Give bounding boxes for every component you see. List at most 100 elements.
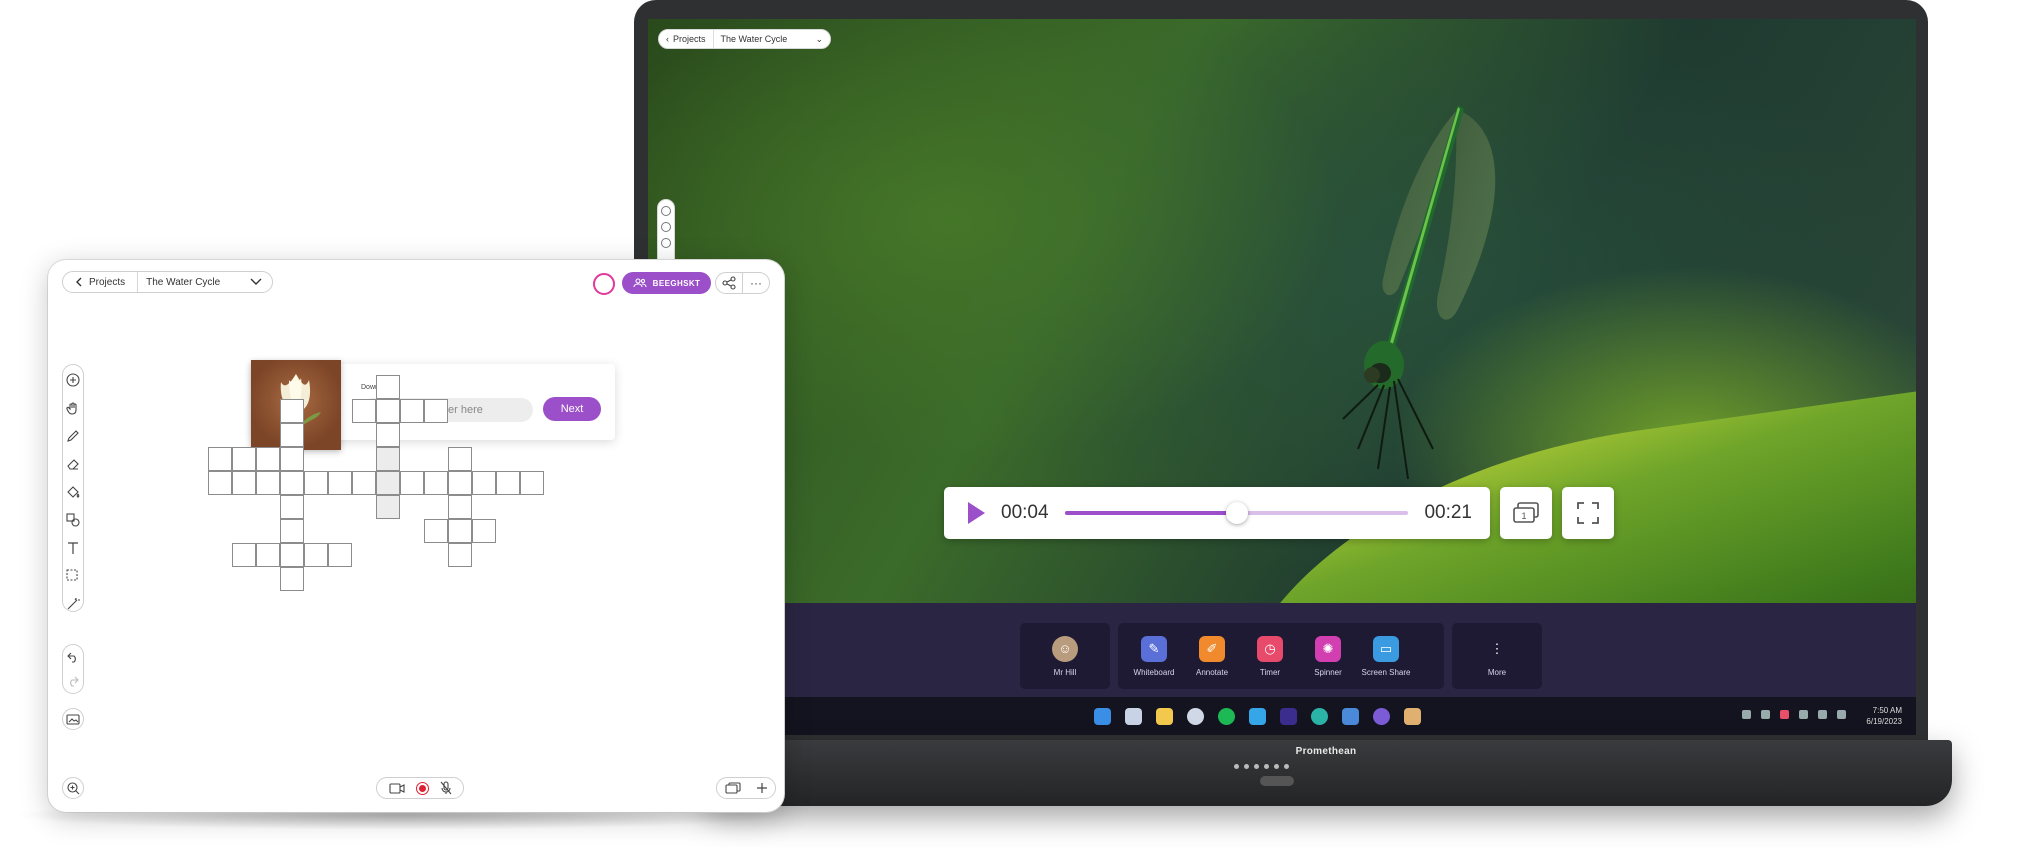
app-screen-share[interactable]: ▭ Screen Share (1362, 635, 1410, 677)
add-tool[interactable] (65, 372, 81, 387)
seek-bar[interactable] (1064, 502, 1409, 524)
crossword-cell[interactable] (448, 471, 472, 495)
seek-handle[interactable] (1225, 502, 1248, 524)
hardware-button[interactable] (1233, 763, 1239, 769)
crossword-cell[interactable] (376, 375, 400, 399)
redo-icon[interactable] (67, 675, 79, 687)
crossword-cell[interactable] (280, 519, 304, 543)
fullscreen-button[interactable] (1562, 487, 1614, 539)
hand-icon[interactable] (661, 222, 671, 232)
video-camera-icon[interactable] (388, 782, 405, 794)
crossword-cell[interactable] (424, 399, 448, 423)
hardware-button[interactable] (1243, 763, 1249, 769)
crossword-cell[interactable] (256, 543, 280, 567)
crossword-cell[interactable] (256, 471, 280, 495)
app-spinner[interactable]: ✺ Spinner (1304, 635, 1352, 677)
more-button[interactable]: ⋮ More (1473, 636, 1521, 677)
hardware-button[interactable] (1263, 763, 1269, 769)
app-icon[interactable] (1404, 708, 1421, 725)
crossword-cell[interactable] (256, 447, 280, 471)
crossword-cell[interactable] (448, 543, 472, 567)
crossword-cell[interactable] (376, 423, 400, 447)
add-icon[interactable] (661, 206, 671, 216)
pen-icon[interactable] (661, 238, 671, 248)
clock[interactable]: 7:50 AM 6/19/2023 (1866, 705, 1902, 727)
next-button[interactable]: Next (543, 397, 601, 421)
crossword-cell[interactable] (208, 447, 232, 471)
crossword-cell[interactable] (280, 471, 304, 495)
crossword-cell[interactable] (280, 543, 304, 567)
crossword-cell[interactable] (424, 519, 448, 543)
more-options-button[interactable]: ··· (742, 272, 770, 294)
crossword-cell[interactable] (232, 471, 256, 495)
magic-tool[interactable] (65, 596, 81, 611)
crossword-cell[interactable] (448, 495, 472, 519)
crossword-cell[interactable] (232, 447, 256, 471)
add-page-icon[interactable] (756, 782, 768, 794)
folder-icon[interactable] (1156, 708, 1173, 725)
crossword-cell[interactable] (376, 447, 400, 471)
fill-tool[interactable] (65, 484, 81, 499)
share-button[interactable] (715, 272, 743, 294)
crossword-cell[interactable] (280, 495, 304, 519)
crossword-cell[interactable] (520, 471, 544, 495)
crossword-cell[interactable] (328, 471, 352, 495)
edge-icon[interactable] (1311, 708, 1328, 725)
crossword-cell[interactable] (304, 471, 328, 495)
start-icon[interactable] (1094, 708, 1111, 725)
crossword-cell[interactable] (280, 567, 304, 591)
crossword-cell[interactable] (496, 471, 520, 495)
crossword-cell[interactable] (376, 495, 400, 519)
project-selector[interactable]: The Water Cycle (138, 277, 272, 288)
shapes-tool[interactable] (65, 512, 81, 527)
app-icon[interactable] (1280, 708, 1297, 725)
teacher-profile[interactable]: ☺ Mr Hill (1041, 635, 1089, 677)
pen-tool[interactable] (65, 428, 81, 443)
eraser-tool[interactable] (65, 456, 81, 471)
weather-icon[interactable] (1125, 708, 1142, 725)
status-ring[interactable] (593, 273, 615, 295)
record-icon[interactable] (415, 781, 429, 795)
display-project-selector[interactable]: The Water Cycle ⌄ (712, 30, 830, 48)
display-back-button[interactable]: ‹ Projects (659, 30, 713, 48)
crossword-cell[interactable] (352, 471, 376, 495)
crossword-cell[interactable] (424, 471, 448, 495)
app-icon[interactable] (1373, 708, 1390, 725)
crossword-cell[interactable] (376, 399, 400, 423)
cloud-icon[interactable] (1761, 710, 1770, 719)
crossword-cell[interactable] (472, 519, 496, 543)
app-icon[interactable] (1780, 710, 1789, 719)
hardware-button[interactable] (1273, 763, 1279, 769)
hardware-button[interactable] (1253, 763, 1259, 769)
crossword-cell[interactable] (328, 543, 352, 567)
crossword-cell[interactable] (376, 471, 400, 495)
screens-button[interactable]: 1 (1500, 487, 1552, 539)
network-icon[interactable] (1818, 710, 1827, 719)
crossword-cell[interactable] (280, 447, 304, 471)
volume-icon[interactable] (1837, 710, 1846, 719)
mic-icon[interactable] (1799, 710, 1808, 719)
crossword-cell[interactable] (400, 399, 424, 423)
background-button[interactable] (62, 708, 84, 730)
crossword-cell[interactable] (448, 519, 472, 543)
text-tool[interactable] (65, 540, 81, 555)
chevron-up-icon[interactable] (1742, 710, 1751, 719)
class-code-button[interactable]: BEEGHSKT (622, 272, 711, 294)
hand-tool[interactable] (65, 400, 81, 415)
select-tool[interactable] (65, 568, 81, 583)
play-icon[interactable] (968, 502, 985, 524)
pages-icon[interactable] (724, 782, 741, 794)
crossword-cell[interactable] (232, 543, 256, 567)
crossword-cell[interactable] (472, 471, 496, 495)
spotify-icon[interactable] (1218, 708, 1235, 725)
crossword-cell[interactable] (448, 447, 472, 471)
projects-back-button[interactable]: Projects (63, 272, 139, 292)
crossword-cell[interactable] (208, 471, 232, 495)
crossword-cell[interactable] (400, 471, 424, 495)
mail-icon[interactable] (1342, 708, 1359, 725)
hardware-button[interactable] (1283, 763, 1289, 769)
zoom-button[interactable] (62, 777, 84, 799)
undo-icon[interactable] (67, 651, 79, 663)
crossword-cell[interactable] (304, 543, 328, 567)
crossword-cell[interactable] (280, 399, 304, 423)
